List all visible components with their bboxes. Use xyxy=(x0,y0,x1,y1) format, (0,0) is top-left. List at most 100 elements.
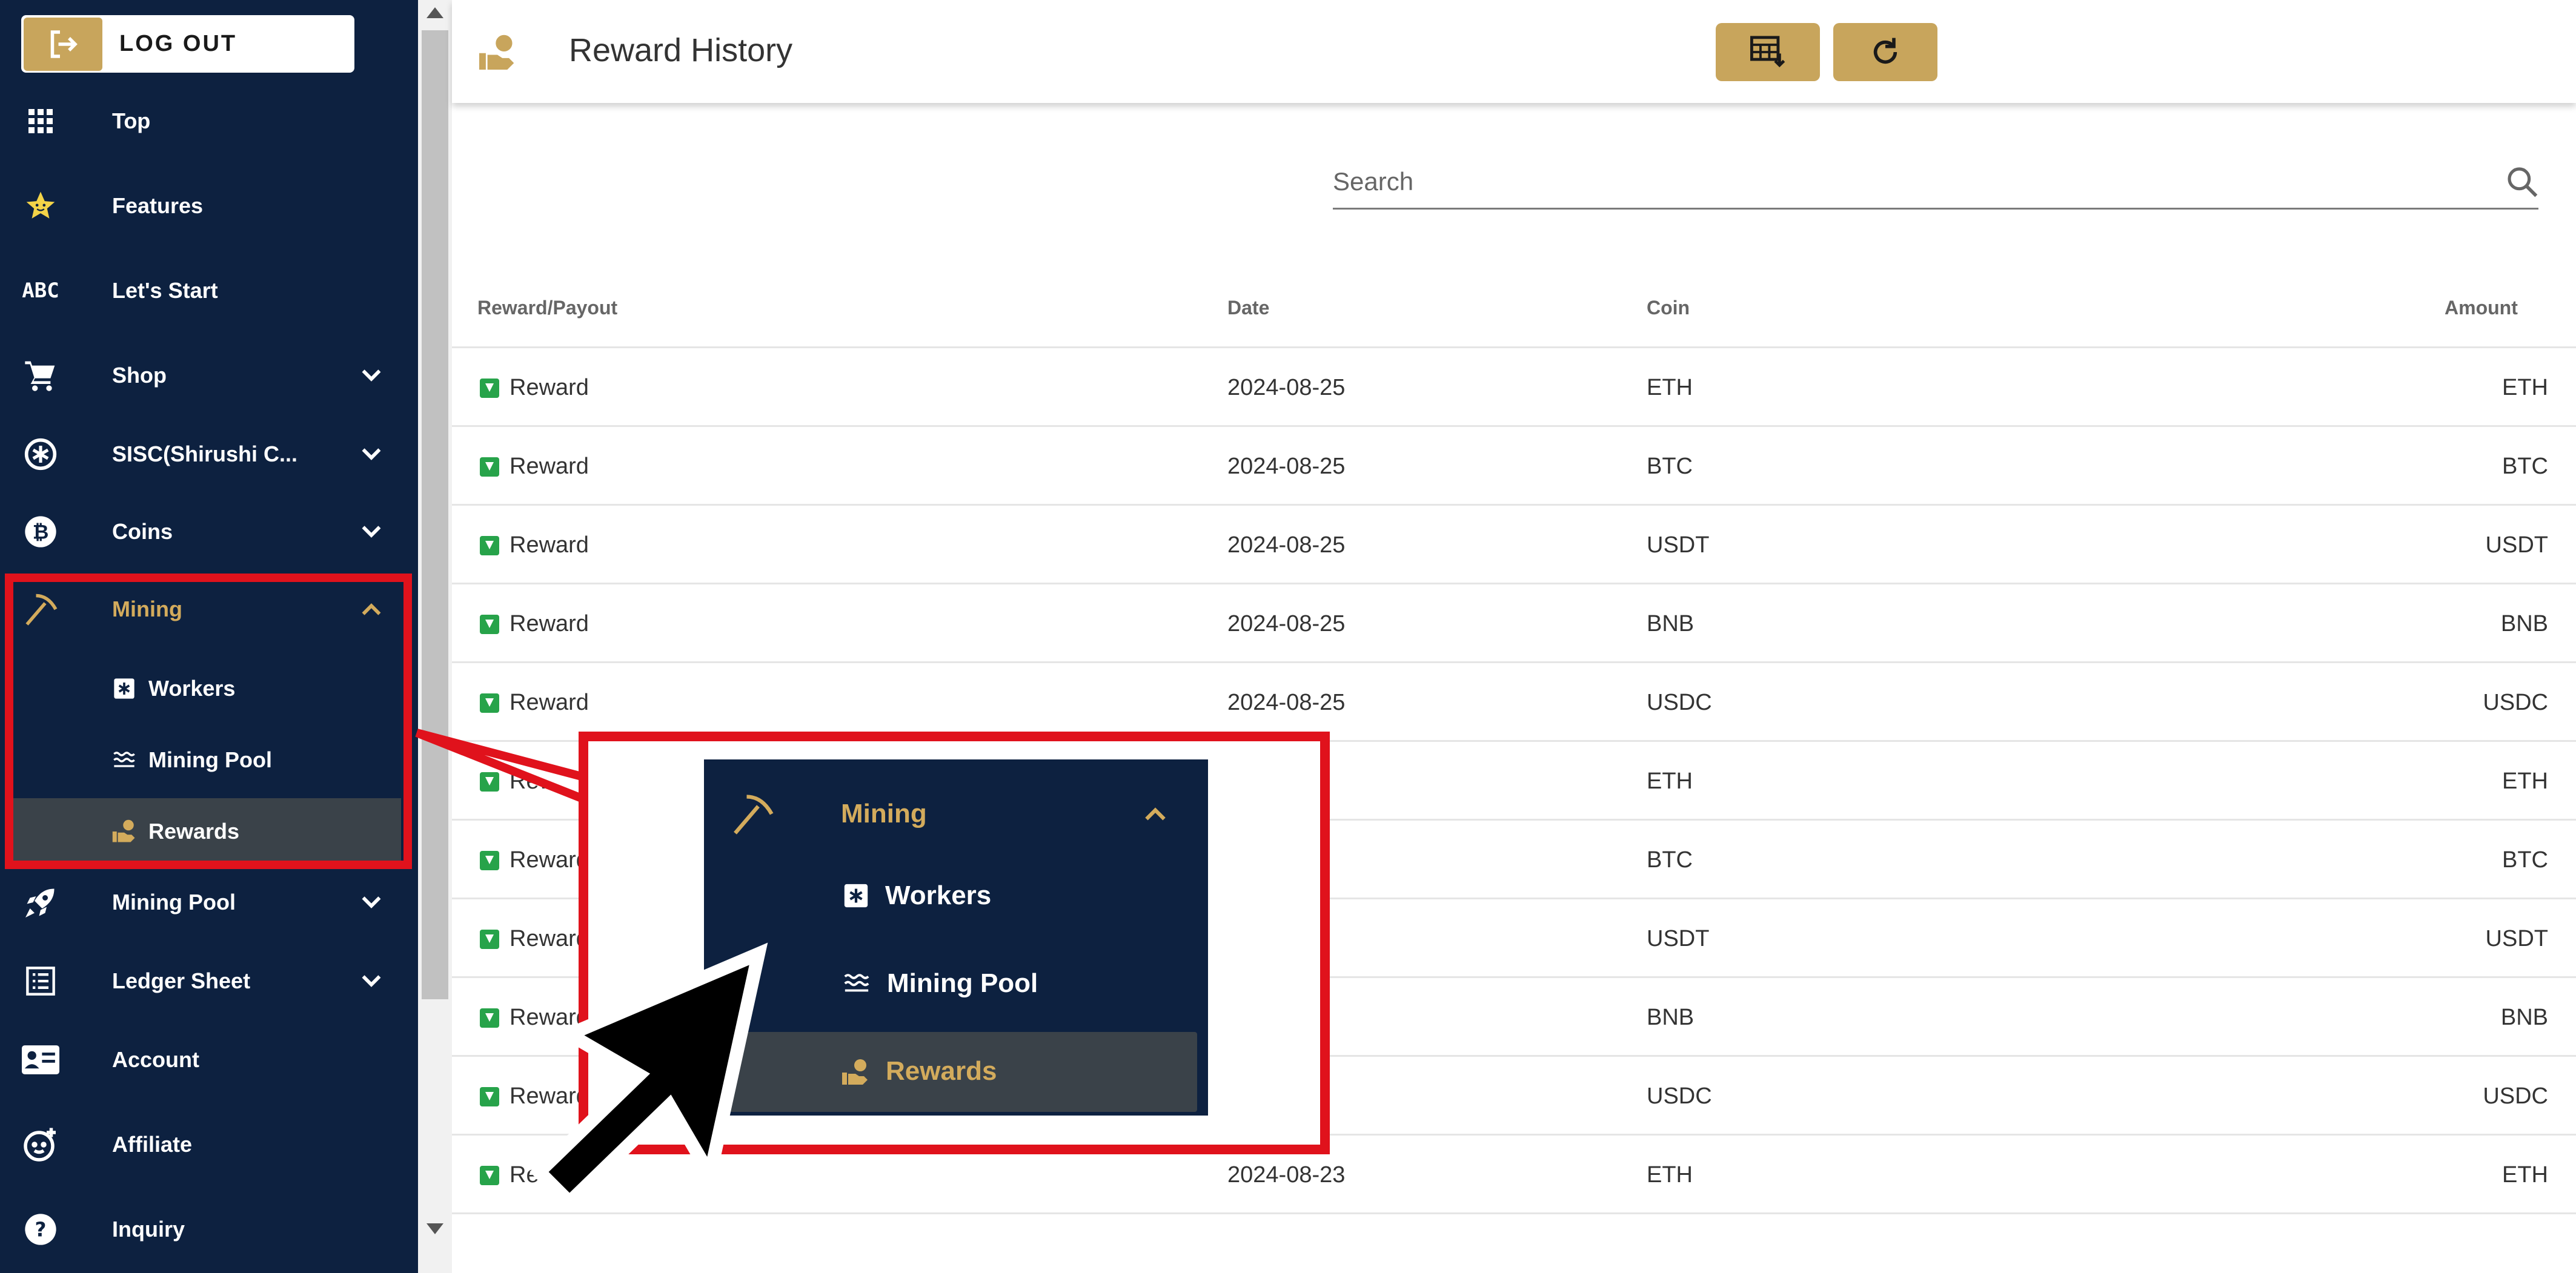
reward-down-icon xyxy=(480,1008,499,1028)
logout-button[interactable]: LOG OUT xyxy=(21,15,354,73)
sidebar-item-sisc[interactable]: SISC(Shirushi C... xyxy=(0,418,418,491)
column-header-amount[interactable]: Amount xyxy=(2445,297,2518,319)
cell-amount: BNB xyxy=(2500,611,2548,636)
cell-coin: ETH xyxy=(1647,1162,1693,1188)
search-field xyxy=(1333,157,2538,210)
logout-icon xyxy=(24,17,102,71)
reward-down-icon xyxy=(480,851,499,870)
cell-amount: ETH xyxy=(2502,769,2548,794)
scroll-down-arrow-icon[interactable] xyxy=(427,1223,443,1234)
sidebar-item-label: SISC(Shirushi C... xyxy=(112,441,298,466)
cart-icon xyxy=(22,357,59,394)
mining-highlight-frame xyxy=(5,574,412,869)
chevron-down-icon xyxy=(362,975,381,987)
sidebar-item-features[interactable]: Features xyxy=(0,170,418,242)
sidebar-item-inquiry[interactable]: ? Inquiry xyxy=(0,1193,418,1266)
search-icon[interactable] xyxy=(2505,165,2539,199)
scroll-up-arrow-icon[interactable] xyxy=(427,7,443,18)
page-title: Reward History xyxy=(569,32,793,68)
column-header-reward-payout[interactable]: Reward/Payout xyxy=(477,297,617,319)
logout-label: LOG OUT xyxy=(119,31,237,56)
cell-reward-payout: Reward xyxy=(510,769,589,794)
sidebar-scrollbar[interactable] xyxy=(418,0,452,1273)
reward-down-icon xyxy=(480,457,499,477)
zoomed-item-label: Rewards xyxy=(886,1056,997,1086)
cell-coin: USDC xyxy=(1647,1083,1712,1109)
table-row[interactable]: Reward 2024-08-25 ETH ETH xyxy=(452,348,2576,427)
svg-text:?: ? xyxy=(35,1218,47,1242)
cell-amount: BNB xyxy=(2500,1005,2548,1030)
zoomed-item-label: Workers xyxy=(885,881,992,910)
sidebar-item-shop[interactable]: Shop xyxy=(0,339,418,412)
export-table-button[interactable] xyxy=(1716,23,1820,81)
cell-coin: BTC xyxy=(1647,454,1693,479)
asterisk-box-icon xyxy=(844,884,868,908)
zoomed-item-label: Mining xyxy=(841,799,927,828)
zoomed-item-mining: Mining xyxy=(704,784,1208,844)
cell-amount: ETH xyxy=(2502,375,2548,400)
cell-amount: ETH xyxy=(2502,1162,2548,1188)
star-icon xyxy=(22,187,59,225)
abc-icon: ABC xyxy=(22,279,59,303)
pointer-arrow-icon xyxy=(529,942,768,1205)
cell-coin: USDC xyxy=(1647,690,1712,715)
zoomed-item-mining-pool: Mining Pool xyxy=(704,953,1208,1014)
column-header-coin[interactable]: Coin xyxy=(1647,297,1690,319)
chevron-down-icon xyxy=(362,448,381,460)
cell-amount: BTC xyxy=(2502,454,2548,479)
sidebar-item-label: Inquiry xyxy=(112,1217,185,1242)
grid-icon xyxy=(22,102,59,140)
sidebar-item-label: Coins xyxy=(112,519,173,544)
cell-date: 2024-08-25 xyxy=(1227,611,1346,636)
refresh-button[interactable] xyxy=(1833,23,1937,81)
table-row[interactable]: Reward 2024-08-25 USDC USDC xyxy=(452,663,2576,742)
refresh-icon xyxy=(1873,38,1897,64)
zoomed-menu: Mining Workers Mining Pool Rewards xyxy=(704,759,1208,1116)
hand-coin-icon xyxy=(842,1059,868,1085)
help-icon: ? xyxy=(22,1211,59,1248)
reward-down-icon xyxy=(480,930,499,949)
sidebar-item-label: Mining Pool xyxy=(112,890,236,914)
search-input[interactable] xyxy=(1333,164,2454,200)
cell-coin: BNB xyxy=(1647,1005,1695,1030)
reward-down-icon xyxy=(480,536,499,555)
cell-coin: ETH xyxy=(1647,375,1693,400)
sidebar-item-lets-start[interactable]: ABC Let's Start xyxy=(0,254,418,327)
cell-reward-payout: Reward xyxy=(510,454,589,479)
reward-down-icon xyxy=(480,379,499,398)
cell-date: 2024-08-25 xyxy=(1227,454,1346,479)
sidebar-item-top[interactable]: Top xyxy=(0,85,418,157)
cell-date: 2024-08-25 xyxy=(1227,375,1346,400)
sidebar: LOG OUT Top Features ABC Let's Start Sho… xyxy=(0,0,418,1273)
scroll-thumb[interactable] xyxy=(422,30,448,999)
sidebar-item-affiliate[interactable]: Affiliate xyxy=(0,1108,418,1181)
reward-down-icon xyxy=(480,1087,499,1106)
sidebar-item-mining-pool[interactable]: Mining Pool xyxy=(0,866,418,939)
reward-down-icon xyxy=(480,1166,499,1185)
cell-coin: USDT xyxy=(1647,926,1710,951)
sidebar-item-ledger-sheet[interactable]: Ledger Sheet xyxy=(0,945,418,1017)
cell-reward-payout: Reward xyxy=(510,375,589,400)
cell-reward-payout: Reward xyxy=(510,690,589,715)
cell-amount: USDC xyxy=(2483,690,2548,715)
column-header-date[interactable]: Date xyxy=(1227,297,1269,319)
chevron-down-icon xyxy=(362,369,381,382)
export-table-icon xyxy=(1750,36,1785,68)
reward-down-icon xyxy=(480,693,499,713)
table-row[interactable]: Reward 2024-08-25 BNB BNB xyxy=(452,584,2576,663)
face-plus-icon xyxy=(22,1126,59,1163)
cell-coin: BNB xyxy=(1647,611,1695,636)
zoomed-item-rewards: Rewards xyxy=(714,1032,1197,1112)
sidebar-item-account[interactable]: Account xyxy=(0,1023,418,1096)
reward-down-icon xyxy=(480,615,499,634)
sidebar-item-coins[interactable]: ₿ Coins xyxy=(0,495,418,568)
svg-text:₿: ₿ xyxy=(33,521,49,544)
cell-coin: BTC xyxy=(1647,847,1693,873)
sidebar-item-label: Top xyxy=(112,108,151,133)
sidebar-item-label: Account xyxy=(112,1047,199,1072)
cell-amount: USDT xyxy=(2485,532,2548,558)
chevron-up-icon xyxy=(1145,807,1166,821)
table-row[interactable]: Reward 2024-08-25 BTC BTC xyxy=(452,427,2576,506)
bitcoin-icon: ₿ xyxy=(22,513,59,551)
table-row[interactable]: Reward 2024-08-25 USDT USDT xyxy=(452,506,2576,584)
